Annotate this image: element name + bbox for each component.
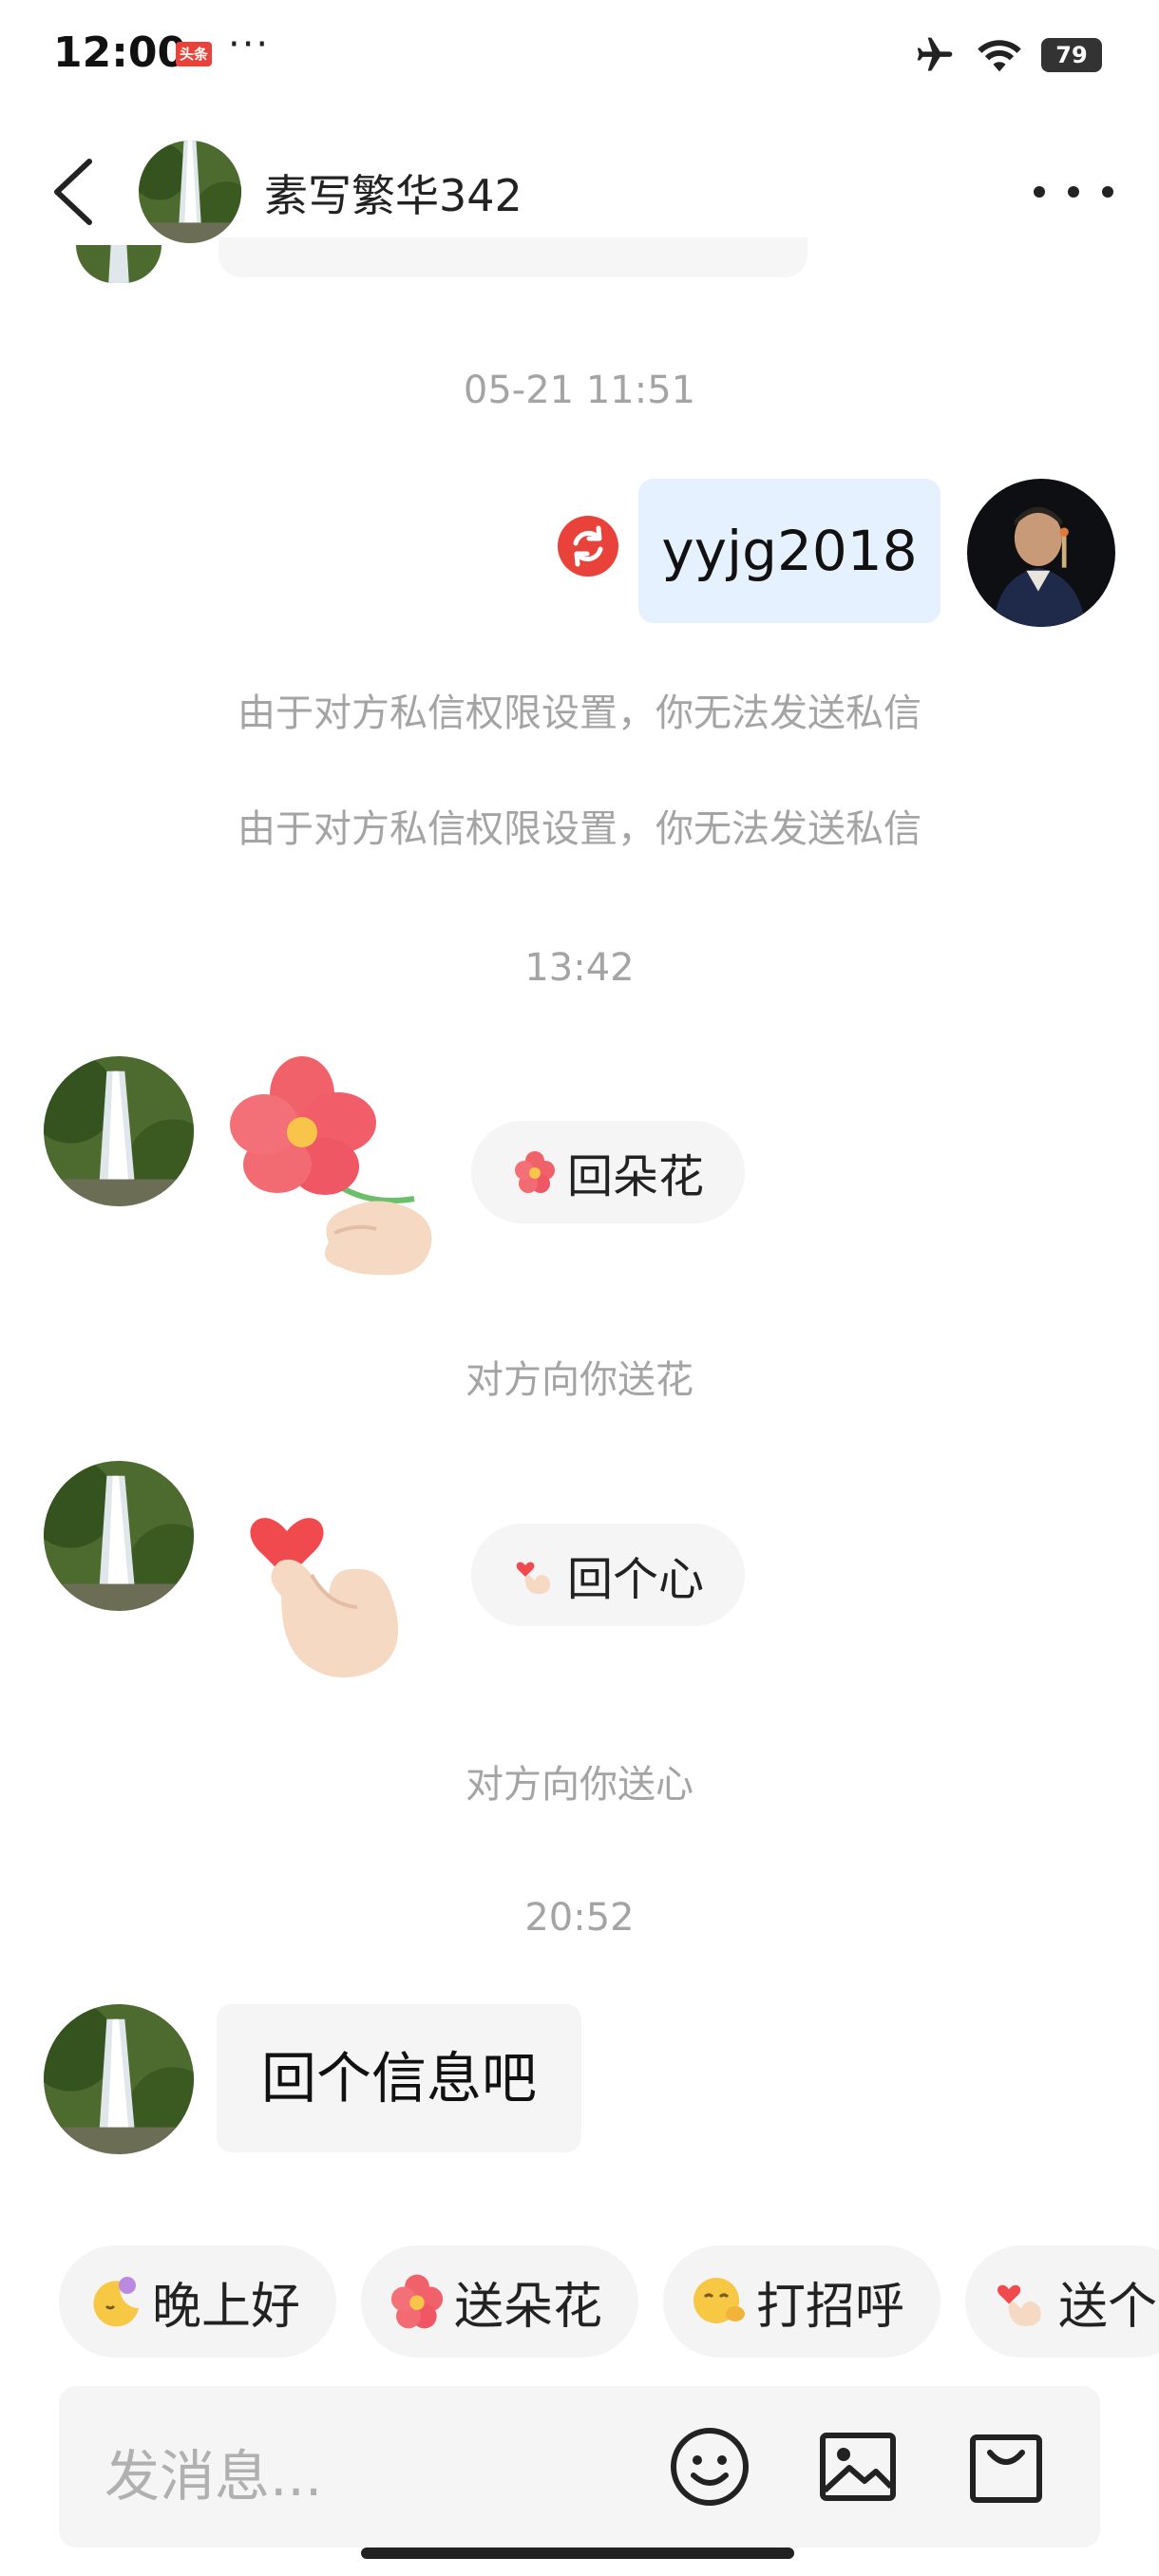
- back-button[interactable]: [46, 154, 103, 230]
- shop-button[interactable]: [963, 2424, 1049, 2510]
- my-message-bubble[interactable]: yyjg2018: [638, 479, 940, 623]
- shopping-bag-icon: [970, 2434, 1042, 2503]
- smiley-icon: [671, 2428, 749, 2506]
- system-notice: 由于对方私信权限设置，你无法发送私信: [238, 691, 922, 735]
- resend-button[interactable]: [557, 515, 619, 578]
- flower-sticker[interactable]: [224, 1056, 452, 1284]
- chevron-left-icon: [54, 159, 92, 225]
- timestamp: 20:52: [524, 1896, 635, 1940]
- waterfall-avatar-image: [44, 1461, 194, 1611]
- status-icons: 79: [912, 34, 1102, 76]
- finger-heart-icon: [516, 1562, 550, 1594]
- finger-heart-icon: [250, 1518, 399, 1678]
- battery-indicator: 79: [1041, 38, 1102, 72]
- waterfall-avatar-image: [139, 141, 241, 243]
- chip-send-heart[interactable]: 送个: [965, 2245, 1159, 2358]
- waterfall-avatar-image: [76, 245, 162, 283]
- dot-icon: [1034, 186, 1045, 198]
- moon-sleep-icon: [93, 2277, 139, 2327]
- more-options-button[interactable]: [1034, 169, 1113, 215]
- timestamp: 13:42: [524, 946, 635, 990]
- waterfall-avatar-image: [44, 1056, 194, 1206]
- chip-send-flower[interactable]: 送朵花: [361, 2245, 639, 2358]
- contact-avatar[interactable]: [139, 141, 241, 243]
- their-message-bubble[interactable]: 回个信息吧: [217, 2004, 581, 2152]
- app-badge: 头条: [176, 42, 212, 66]
- contact-name: 素写繁华342: [264, 170, 522, 221]
- send-flower-back-button[interactable]: 回朵花: [471, 1121, 745, 1223]
- chip-label: 送个: [1058, 2278, 1158, 2336]
- chip-good-evening[interactable]: 晚上好: [59, 2245, 337, 2358]
- image-button[interactable]: [815, 2424, 901, 2510]
- cutoff-message-bubble: [218, 237, 808, 277]
- system-notice: 对方向你送花: [466, 1358, 694, 1402]
- home-indicator[interactable]: [361, 2548, 794, 2559]
- my-avatar[interactable]: [967, 479, 1115, 627]
- quick-chips-row: 晚上好 送朵花 打招呼 送个: [59, 2245, 1159, 2358]
- send-heart-back-button[interactable]: 回个心: [471, 1524, 745, 1626]
- timestamp: 05-21 11:51: [463, 369, 696, 412]
- chip-label: 送朵花: [454, 2278, 603, 2336]
- dot-icon: [1102, 186, 1113, 198]
- flower-icon: [390, 2274, 444, 2329]
- quick-reply-label: 回个心: [566, 1553, 704, 1606]
- flower-hand-icon: [230, 1056, 432, 1276]
- finger-heart-icon: [998, 2284, 1041, 2326]
- system-notice: 对方向你送心: [466, 1763, 694, 1807]
- image-icon: [820, 2433, 896, 2501]
- flower-icon: [514, 1151, 555, 1193]
- contact-avatar[interactable]: [44, 1056, 194, 1206]
- wifi-icon: [978, 40, 1021, 72]
- contact-avatar[interactable]: [44, 1461, 194, 1611]
- waterfall-avatar-image: [44, 2004, 194, 2154]
- contact-avatar[interactable]: [44, 2004, 194, 2154]
- quick-reply-label: 回朵花: [566, 1150, 704, 1203]
- message-input-bar[interactable]: 发消息...: [59, 2386, 1100, 2548]
- dot-icon: [1068, 186, 1079, 198]
- cutoff-avatar: [76, 245, 162, 283]
- heart-sticker[interactable]: [224, 1463, 452, 1691]
- wave-emoji-icon: [694, 2278, 746, 2323]
- message-input[interactable]: 发消息...: [104, 2432, 322, 2511]
- refresh-icon: [558, 516, 618, 577]
- status-more-dots: ···: [228, 23, 271, 66]
- status-time: 12:00: [53, 28, 187, 77]
- airplane-icon: [917, 37, 953, 71]
- person-avatar-image: [967, 479, 1115, 627]
- emoji-button[interactable]: [667, 2424, 752, 2510]
- chip-label: 晚上好: [152, 2278, 301, 2336]
- chip-say-hello[interactable]: 打招呼: [663, 2245, 941, 2358]
- system-notice: 由于对方私信权限设置，你无法发送私信: [238, 807, 922, 851]
- chip-label: 打招呼: [756, 2278, 905, 2336]
